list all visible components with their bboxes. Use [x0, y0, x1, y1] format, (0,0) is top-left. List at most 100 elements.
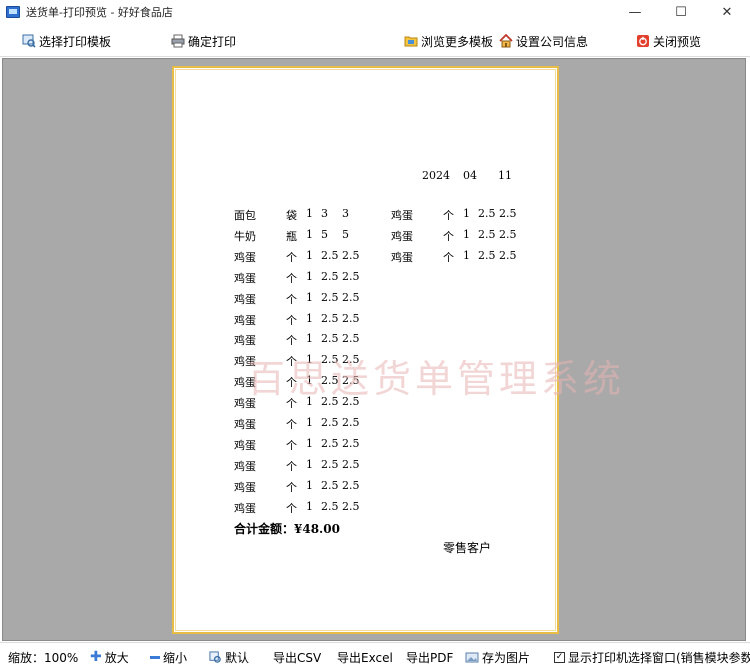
confirm-print-button[interactable]: 确定打印 — [171, 32, 236, 50]
item-amount: 2.5 — [342, 436, 360, 450]
item-unit: 个 — [443, 229, 454, 243]
item-name: 鸡蛋 — [234, 271, 256, 285]
item-price: 2.5 — [478, 207, 496, 220]
date-day: 11 — [498, 169, 512, 182]
item-price: 2.5 — [321, 457, 339, 471]
home-icon — [499, 34, 513, 48]
item-amount: 5 — [342, 227, 349, 241]
browse-templates-label: 浏览更多模板 — [421, 34, 494, 49]
power-off-icon — [636, 34, 650, 48]
item-qty: 1 — [463, 207, 470, 220]
minus-icon — [150, 655, 160, 659]
select-template-label: 选择打印模板 — [39, 34, 112, 49]
item-qty: 1 — [306, 478, 313, 492]
item-name: 鸡蛋 — [234, 480, 256, 494]
item-amount: 2.5 — [499, 248, 517, 262]
item-qty: 1 — [306, 311, 313, 325]
show-printer-dialog-checkbox[interactable]: ✓ — [554, 651, 565, 663]
select-template-button[interactable]: 选择打印模板 — [22, 32, 111, 50]
item-qty: 1 — [306, 416, 313, 429]
item-unit: 个 — [286, 480, 297, 494]
item-name: 鸡蛋 — [234, 334, 256, 348]
zoom-level: 缩放：100% — [8, 650, 79, 665]
item-price: 2.5 — [321, 416, 339, 429]
company-settings-label: 设置公司信息 — [516, 34, 589, 49]
maximize-icon: ☐ — [675, 4, 687, 20]
item-amount: 2.5 — [342, 478, 360, 492]
item-name: 鸡蛋 — [234, 250, 256, 264]
default-zoom-label: 默认 — [225, 650, 250, 665]
item-name: 牛奶 — [234, 229, 256, 243]
watermark: 百思送货单管理系统 — [247, 357, 626, 401]
company-settings-button[interactable]: 设置公司信息 — [499, 32, 588, 50]
item-name: 鸡蛋 — [391, 250, 413, 264]
item-unit: 个 — [286, 271, 297, 285]
close-button[interactable]: ✕ — [704, 0, 750, 24]
item-unit: 个 — [286, 418, 297, 431]
item-unit: 瓶 — [286, 229, 297, 243]
zoom-in-label: 放大 — [104, 650, 129, 665]
item-amount: 2.5 — [342, 457, 360, 471]
save-image-button[interactable]: 存为图片 — [465, 649, 530, 665]
item-unit: 个 — [286, 292, 297, 306]
item-name: 鸡蛋 — [234, 438, 256, 452]
item-qty: 1 — [306, 269, 313, 283]
item-unit: 个 — [443, 250, 454, 264]
item-name: 鸡蛋 — [234, 501, 256, 515]
save-image-label: 存为图片 — [482, 650, 531, 665]
item-price: 2.5 — [478, 248, 496, 262]
item-qty: 1 — [306, 457, 313, 471]
default-zoom-button[interactable]: 默认 — [208, 649, 249, 665]
close-preview-button[interactable]: 关闭预览 — [636, 32, 701, 50]
item-price: 5 — [321, 227, 328, 241]
item-price: 2.5 — [321, 248, 339, 262]
item-qty: 1 — [306, 290, 313, 304]
item-price: 2.5 — [478, 227, 496, 241]
status-bar: 缩放：100% ✚ 放大 缩小 默认 导出CSV 导出Excel 导出PDF 存… — [0, 642, 750, 670]
printer-icon — [171, 34, 185, 48]
item-amount: 2.5 — [342, 332, 360, 346]
show-printer-dialog-label: 显示打印机选择窗口(销售模块参数) — [568, 650, 750, 665]
printer-dialog-option[interactable]: ✓ 显示打印机选择窗口(销售模块参数) — [554, 649, 750, 665]
item-price: 2.5 — [321, 499, 339, 513]
item-name: 鸡蛋 — [391, 229, 413, 243]
minimize-icon: — — [628, 4, 642, 20]
item-unit: 个 — [286, 459, 297, 473]
item-unit: 个 — [286, 313, 297, 327]
export-csv-button[interactable]: 导出CSV — [273, 649, 321, 665]
date-year: 2024 — [422, 169, 450, 182]
zoom-out-button[interactable]: 缩小 — [150, 649, 187, 665]
item-price: 2.5 — [321, 311, 339, 325]
title-bar: 送货单-打印预览 - 好好食品店 — ☐ ✕ — [0, 0, 750, 24]
close-preview-label: 关闭预览 — [653, 34, 702, 49]
item-price: 2.5 — [321, 290, 339, 304]
folder-icon — [404, 34, 418, 48]
plus-icon: ✚ — [90, 649, 102, 665]
item-name: 鸡蛋 — [234, 418, 256, 431]
date-month: 04 — [463, 169, 477, 182]
item-amount: 2.5 — [499, 227, 517, 241]
zoom-in-button[interactable]: ✚ 放大 — [90, 649, 129, 665]
maximize-button[interactable]: ☐ — [658, 0, 704, 24]
zoom-reset-icon — [208, 650, 222, 664]
toolbar: 选择打印模板 确定打印 浏览更多模板 设置公司信息 关闭预览 — [0, 24, 750, 57]
window-title: 送货单-打印预览 - 好好食品店 — [26, 6, 173, 19]
item-qty: 1 — [463, 227, 470, 241]
export-pdf-button[interactable]: 导出PDF — [406, 649, 453, 665]
minimize-button[interactable]: — — [612, 0, 658, 24]
item-unit: 个 — [286, 438, 297, 452]
browse-templates-button[interactable]: 浏览更多模板 — [404, 32, 493, 50]
export-excel-button[interactable]: 导出Excel — [337, 649, 393, 665]
item-qty: 1 — [306, 248, 313, 262]
item-amount: 2.5 — [342, 269, 360, 283]
item-amount: 2.5 — [342, 416, 360, 429]
item-qty: 1 — [463, 248, 470, 262]
item-name: 鸡蛋 — [234, 459, 256, 473]
window-controls: — ☐ ✕ — [612, 0, 750, 24]
item-name: 鸡蛋 — [391, 209, 413, 222]
item-name: 鸡蛋 — [234, 313, 256, 327]
item-amount: 2.5 — [342, 248, 360, 262]
template-select-icon — [22, 34, 36, 48]
item-qty: 1 — [306, 207, 313, 220]
item-unit: 个 — [286, 250, 297, 264]
